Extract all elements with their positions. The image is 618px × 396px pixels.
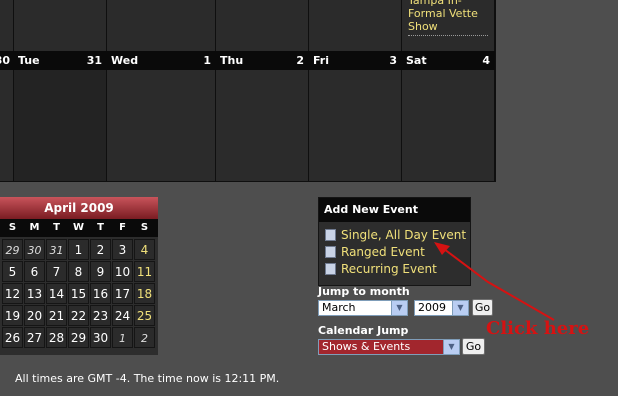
mini-calendar-day[interactable]: 2 (90, 239, 111, 260)
mini-calendar-day[interactable]: 31 (46, 239, 67, 260)
week-cell (14, 0, 107, 51)
calendar-value: Shows & Events (322, 340, 411, 353)
chevron-down-icon: ▼ (391, 301, 407, 315)
day-header: 30 (0, 51, 14, 70)
calendar-icon (325, 246, 336, 258)
mini-calendar-day[interactable]: 3 (112, 239, 133, 260)
mini-calendar-day[interactable]: 24 (112, 305, 133, 326)
day-header: Wed 1 (107, 51, 216, 70)
mini-calendar-day[interactable]: 7 (46, 261, 67, 282)
mini-calendar-day[interactable]: 29 (2, 239, 23, 260)
weekday-label: M (29, 222, 40, 233)
day-number[interactable]: 31 (87, 51, 102, 70)
week-cell (309, 0, 402, 51)
add-ranged-event-link[interactable]: Ranged Event (325, 244, 425, 260)
mini-calendar-day[interactable]: 8 (68, 261, 89, 282)
mini-calendar-day[interactable]: 21 (46, 305, 67, 326)
mini-calendar-day[interactable]: 14 (46, 283, 67, 304)
annotation-click-here: Click here (486, 318, 590, 339)
calendar-icon (325, 263, 336, 275)
mini-calendar-day[interactable]: 10 (112, 261, 133, 282)
weekday-label: W (72, 222, 85, 233)
mini-calendar-day[interactable]: 16 (90, 283, 111, 304)
mini-calendar: April 2009 S M T W T F S 29 30 31 1 2 3 4 5 6 7 8 9… (0, 197, 158, 355)
mini-calendar-day[interactable]: 9 (90, 261, 111, 282)
week-cell (107, 0, 216, 51)
mini-calendar-day[interactable]: 25 (134, 305, 155, 326)
day-cell[interactable] (402, 70, 495, 181)
calendar-jump-go-button[interactable]: Go (462, 338, 485, 355)
mini-calendar-day[interactable]: 13 (24, 283, 45, 304)
mini-calendar-day[interactable]: 28 (46, 327, 67, 348)
day-name: Sat (406, 54, 427, 67)
calendar-select[interactable]: Shows & Events ▼ (318, 339, 460, 355)
mini-calendar-day[interactable]: 29 (68, 327, 89, 348)
weekday-label: F (119, 222, 126, 233)
mini-calendar-day[interactable]: 5 (2, 261, 23, 282)
weekday-label: S (140, 222, 149, 233)
mini-calendar-day[interactable]: 23 (90, 305, 111, 326)
calendar-jump-label: Calendar Jump (318, 324, 409, 337)
month-value: March (322, 301, 356, 314)
week-cell (0, 0, 14, 51)
day-cell[interactable] (0, 70, 14, 181)
mini-calendar-day[interactable]: 2 (134, 327, 155, 348)
add-event-title: Add New Event (319, 198, 470, 222)
day-cell[interactable] (107, 70, 216, 181)
day-header: Thu 2 (216, 51, 309, 70)
day-number[interactable]: 3 (389, 51, 397, 70)
weekday-label: T (97, 222, 104, 233)
mini-calendar-day[interactable]: 1 (68, 239, 89, 260)
link-label: Ranged Event (341, 245, 425, 259)
mini-calendar-title[interactable]: April 2009 (0, 197, 158, 219)
day-cell[interactable] (216, 70, 309, 181)
chevron-down-icon: ▼ (443, 340, 459, 354)
week-header: 30 Tue 31 Wed 1 Thu 2 Fri 3 Sat 4 (0, 51, 495, 70)
link-label: Recurring Event (341, 262, 437, 276)
timezone-footer: All times are GMT -4. The time now is 12… (15, 372, 280, 385)
event-link[interactable]: Tampa In-Formal Vette Show (408, 0, 488, 36)
mini-calendar-day[interactable]: 6 (24, 261, 45, 282)
mini-calendar-day[interactable]: 17 (112, 283, 133, 304)
day-name: Wed (111, 54, 139, 67)
mini-calendar-day[interactable]: 18 (134, 283, 155, 304)
day-header: Tue 31 (14, 51, 107, 70)
weekday-label: T (53, 222, 60, 233)
calendar-icon (325, 229, 336, 241)
day-header: Sat 4 (402, 51, 495, 70)
day-name: Tue (18, 54, 40, 67)
day-cell[interactable] (14, 70, 107, 181)
month-select[interactable]: March ▼ (318, 300, 408, 316)
mini-calendar-day[interactable]: 15 (68, 283, 89, 304)
mini-calendar-day[interactable]: 30 (90, 327, 111, 348)
add-recurring-event-link[interactable]: Recurring Event (325, 261, 437, 277)
mini-calendar-day[interactable]: 20 (24, 305, 45, 326)
day-number[interactable]: 4 (482, 51, 490, 70)
mini-calendar-day[interactable]: 22 (68, 305, 89, 326)
day-header: Fri 3 (309, 51, 402, 70)
mini-calendar-day[interactable]: 19 (2, 305, 23, 326)
mini-calendar-day[interactable]: 11 (134, 261, 155, 282)
mini-calendar-day[interactable]: 30 (24, 239, 45, 260)
day-cell[interactable] (309, 70, 402, 181)
annotation-arrow-icon (434, 242, 555, 321)
mini-calendar-day[interactable]: 1 (112, 327, 133, 348)
mini-calendar-day[interactable]: 12 (2, 283, 23, 304)
mini-calendar-weekdays: S M T W T F S (0, 219, 158, 237)
week-cell (216, 0, 309, 51)
day-name: Thu (220, 54, 244, 67)
mini-calendar-day[interactable]: 4 (134, 239, 155, 260)
day-number[interactable]: 2 (296, 51, 304, 70)
jump-to-month-label: Jump to month (318, 285, 410, 298)
mini-calendar-day[interactable]: 27 (24, 327, 45, 348)
day-number[interactable]: 30 (0, 51, 10, 70)
mini-calendar-day[interactable]: 26 (2, 327, 23, 348)
day-name: Fri (313, 54, 330, 67)
day-number[interactable]: 1 (203, 51, 211, 70)
weekday-label: S (8, 222, 17, 233)
